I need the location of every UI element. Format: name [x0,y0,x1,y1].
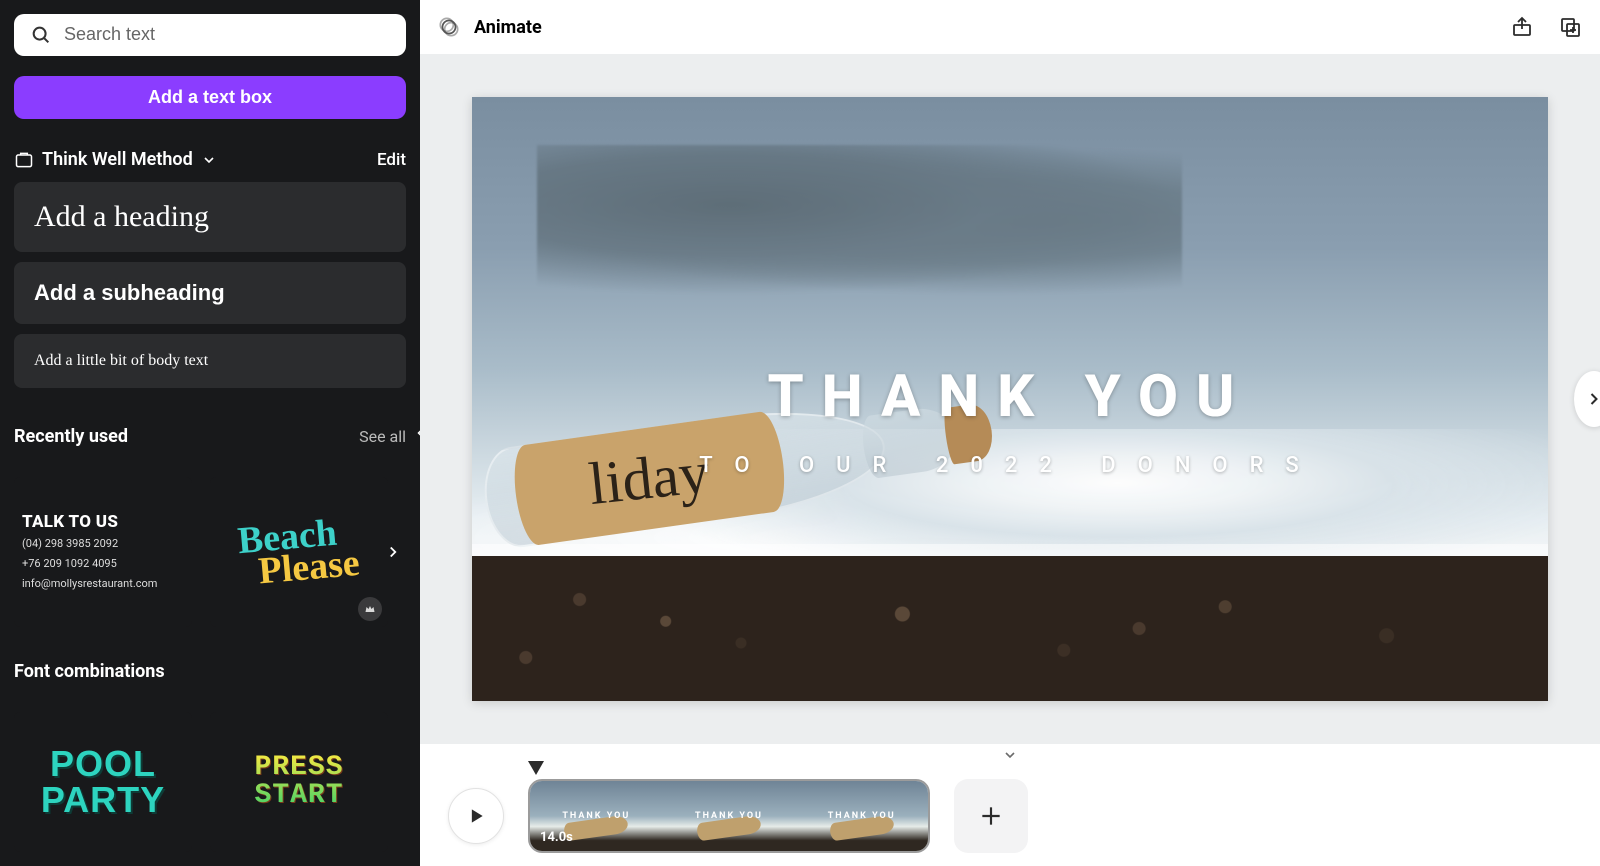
chevron-down-icon [201,152,217,168]
canvas-title-text[interactable]: THANK YOU [472,363,1548,431]
text-panel-sidebar: Add a text box Think Well Method Edit Ad… [0,0,420,866]
premium-badge-icon [358,597,382,621]
chevron-right-icon [1584,389,1600,409]
recent-text-template-1[interactable]: TALK TO US (04) 298 3985 2092 +76 209 10… [14,477,192,627]
canvas-subtitle-text[interactable]: TO OUR 2022 DONORS [472,453,1548,478]
template-line: TALK TO US [22,512,184,532]
add-heading-button[interactable]: Add a heading [14,182,406,252]
clip-thumbnail: THANK YOU [663,781,796,851]
search-text-input[interactable] [64,24,390,45]
timeline: THANK YOU THANK YOU THANK YOU 14.0s [420,766,1600,866]
template-line: info@mollysrestaurant.com [22,576,184,592]
recent-text-template-2[interactable]: Beach Please [210,477,388,627]
play-button[interactable] [448,788,504,844]
font-combination-1[interactable]: POOLPARTY [14,712,192,852]
clip-duration-label: 14.0s [540,830,573,845]
template-line: +76 209 1092 4095 [22,556,184,572]
playhead-marker[interactable] [528,761,544,775]
thumb-title: THANK YOU [562,811,630,821]
chevron-right-icon [384,543,402,561]
template-line: START [254,780,343,811]
template-line: PARTY [41,779,165,820]
search-icon [30,24,52,46]
canvas-area[interactable]: liday THANK YOU TO OUR 2022 DONORS [420,54,1600,744]
editor-topbar: Animate [420,0,1600,54]
chevron-down-icon [1002,747,1018,763]
template-line: Please [258,547,362,588]
background-debris [472,556,1548,701]
export-button[interactable] [1508,13,1536,41]
template-line: PRESS [254,752,343,783]
add-body-text-button[interactable]: Add a little bit of body text [14,334,406,388]
copy-button[interactable] [1556,13,1584,41]
search-text-input-wrap[interactable] [14,14,406,56]
font-combinations-title: Font combinations [14,661,165,682]
next-page-button[interactable] [1574,371,1600,427]
thumb-title: THANK YOU [695,811,763,821]
thumb-title: THANK YOU [828,811,896,821]
brand-kit-selector[interactable]: Think Well Method [14,149,217,170]
upload-icon [1510,15,1534,39]
brand-kit-edit-link[interactable]: Edit [377,150,406,170]
template-line: POOL [50,743,156,784]
recent-carousel-next[interactable] [378,537,408,567]
editor-main: Animate liday [420,0,1600,866]
animate-label: Animate [474,17,542,38]
brand-kit-icon [14,150,34,170]
design-canvas[interactable]: liday THANK YOU TO OUR 2022 DONORS [472,97,1548,701]
brand-kit-name: Think Well Method [42,149,193,170]
add-subheading-button[interactable]: Add a subheading [14,262,406,324]
animate-icon [436,14,462,40]
timeline-collapse-toggle[interactable] [420,744,1600,766]
background-rocks [537,145,1183,296]
recently-used-see-all[interactable]: See all [359,427,406,446]
template-line: (04) 298 3985 2092 [22,536,184,552]
recently-used-title: Recently used [14,426,128,447]
add-page-button[interactable] [954,779,1028,853]
timeline-clip[interactable]: THANK YOU THANK YOU THANK YOU 14.0s [528,779,930,853]
add-text-box-button[interactable]: Add a text box [14,76,406,119]
clip-thumbnail: THANK YOU [795,781,928,851]
plus-icon [978,803,1004,829]
animate-button[interactable]: Animate [436,14,542,40]
copy-icon [1558,15,1582,39]
play-icon [466,806,486,826]
font-combination-2[interactable]: PRESSSTART [210,712,388,852]
